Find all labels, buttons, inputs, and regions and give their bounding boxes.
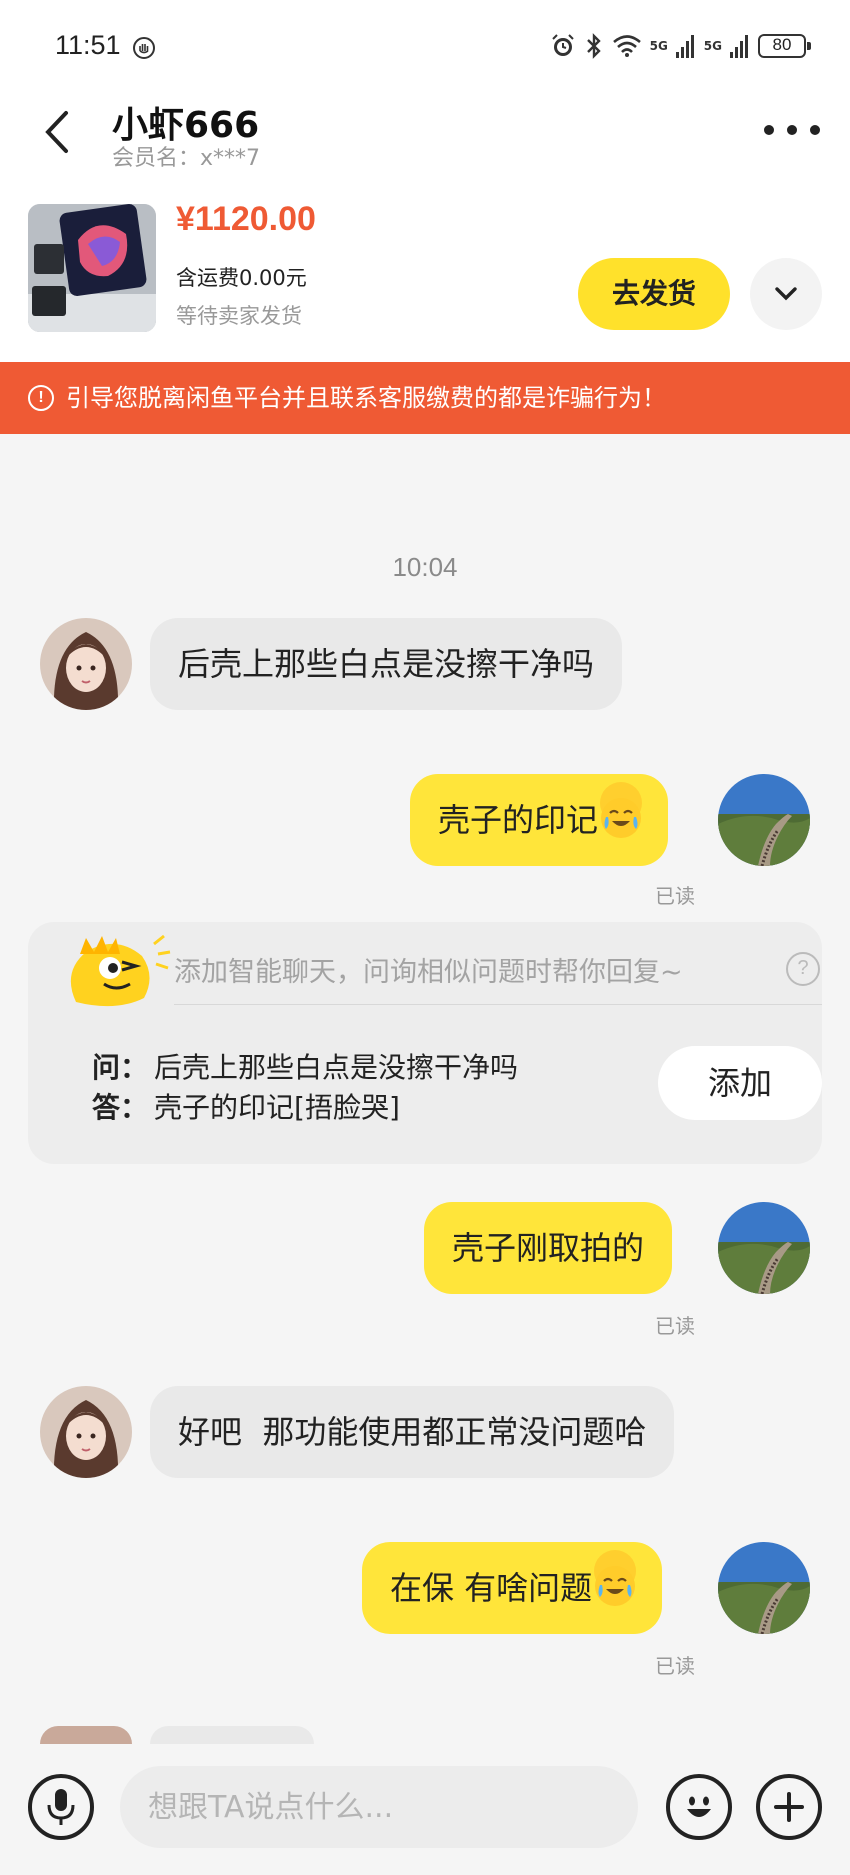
message-bubble-outgoing[interactable]: 在保 有啥问题 — [362, 1542, 663, 1634]
network-label-1: 5G — [649, 39, 668, 53]
chevron-down-icon — [775, 287, 797, 301]
expand-button[interactable] — [750, 258, 822, 330]
alarm-icon — [551, 34, 574, 56]
contact-avatar[interactable] — [40, 618, 132, 710]
smiley-icon — [687, 1796, 711, 1817]
message-input[interactable] — [120, 1766, 638, 1848]
status-icons: 5G 5G 80 — [550, 32, 811, 60]
product-price: ¥1120.00 — [176, 200, 316, 238]
great-wall-avatar-icon — [718, 1202, 810, 1294]
signal-icon — [675, 35, 694, 58]
ship-button[interactable]: 去发货 — [578, 258, 730, 330]
product-thumbnail[interactable] — [28, 204, 156, 332]
great-wall-avatar-icon — [718, 1542, 810, 1634]
wifi-icon — [612, 35, 641, 57]
crying-laughing-emoji-icon — [594, 1550, 637, 1606]
contact-avatar[interactable] — [40, 1726, 132, 1744]
crying-laughing-emoji-icon — [600, 782, 643, 838]
network-label-2: 5G — [703, 39, 722, 53]
my-avatar[interactable] — [718, 774, 810, 866]
shipping-fee: 含运费0.00元 — [176, 266, 307, 290]
message-bubble-outgoing[interactable]: 壳子刚取拍的 — [424, 1202, 673, 1294]
read-receipt: 已读 — [655, 884, 695, 908]
my-avatar[interactable] — [718, 1542, 810, 1634]
read-receipt: 已读 — [655, 1654, 695, 1678]
chevron-left-icon — [45, 111, 68, 153]
fraud-warning-banner: ! 引导您脱离闲鱼平台并且联系客服缴费的都是诈骗行为！ — [0, 362, 850, 434]
divider — [174, 1004, 822, 1005]
my-avatar[interactable] — [718, 1202, 810, 1294]
mascot-fish-icon — [70, 934, 171, 1007]
phone-photo-icon — [28, 204, 156, 332]
voice-button[interactable] — [28, 1774, 94, 1840]
emoji-button[interactable] — [666, 1774, 732, 1840]
more-options-button[interactable] — [764, 110, 820, 150]
answer-label: 答： — [92, 1091, 149, 1124]
back-button[interactable] — [36, 102, 76, 162]
warning-text: 引导您脱离闲鱼平台并且联系客服缴费的都是诈骗行为！ — [66, 384, 666, 412]
chat-header: 小虾666 会员名：x***7 — [0, 96, 850, 174]
help-icon[interactable]: ? — [786, 952, 820, 986]
question-text: 后壳上那些白点是没擦干净吗 — [154, 1051, 519, 1084]
add-smart-reply-button[interactable]: 添加 — [658, 1046, 822, 1120]
answer-text: 壳子的印记[捂脸哭] — [154, 1091, 400, 1124]
smart-reply-answer: 答： 壳子的印记[捂脸哭] — [92, 1086, 400, 1126]
message-bubble-incoming[interactable] — [150, 1726, 314, 1744]
status-bar: 11:51 5G 5G 80 — [0, 0, 850, 96]
message-bubble-incoming[interactable]: 好吧 那功能使用都正常没问题哈 — [150, 1386, 675, 1478]
warning-icon: ! — [28, 385, 54, 411]
microphone-icon — [47, 1789, 75, 1825]
battery-icon: 80 — [758, 34, 811, 58]
message-bubble-outgoing[interactable]: 壳子的印记 — [410, 774, 669, 866]
dot-icon — [810, 125, 820, 135]
girl-avatar-icon — [40, 1386, 132, 1478]
girl-avatar-icon — [40, 618, 132, 710]
bluetooth-icon — [586, 33, 601, 59]
great-wall-avatar-icon — [718, 774, 810, 866]
smart-reply-hint: 添加智能聊天，问询相似问题时帮你回复~ — [174, 957, 683, 988]
member-name: 会员名：x***7 — [112, 146, 261, 171]
read-receipt: 已读 — [655, 1314, 695, 1338]
question-label: 问： — [92, 1051, 149, 1084]
chat-timestamp: 10:04 — [392, 552, 458, 582]
smart-reply-card: 添加智能聊天，问询相似问题时帮你回复~ ? 问： 后壳上那些白点是没擦干净吗 答：… — [28, 922, 822, 1164]
smart-reply-question: 问： 后壳上那些白点是没擦干净吗 — [92, 1046, 518, 1086]
more-actions-button[interactable] — [756, 1774, 822, 1840]
dot-icon — [764, 125, 774, 135]
contact-avatar[interactable] — [40, 1386, 132, 1478]
status-time: 11:51 — [55, 30, 121, 60]
message-text: 壳子的印记 — [438, 801, 599, 839]
shield-icon — [133, 37, 155, 59]
order-status: 等待卖家发货 — [176, 304, 302, 328]
signal-icon — [730, 35, 748, 58]
input-bar — [0, 1744, 850, 1875]
plus-icon — [774, 1792, 804, 1822]
dot-icon — [787, 125, 797, 135]
message-text: 在保 有啥问题 — [390, 1569, 593, 1607]
message-bubble-incoming[interactable]: 后壳上那些白点是没擦干净吗 — [150, 618, 623, 710]
product-card[interactable]: ¥1120.00 含运费0.00元 等待卖家发货 去发货 — [0, 174, 850, 362]
